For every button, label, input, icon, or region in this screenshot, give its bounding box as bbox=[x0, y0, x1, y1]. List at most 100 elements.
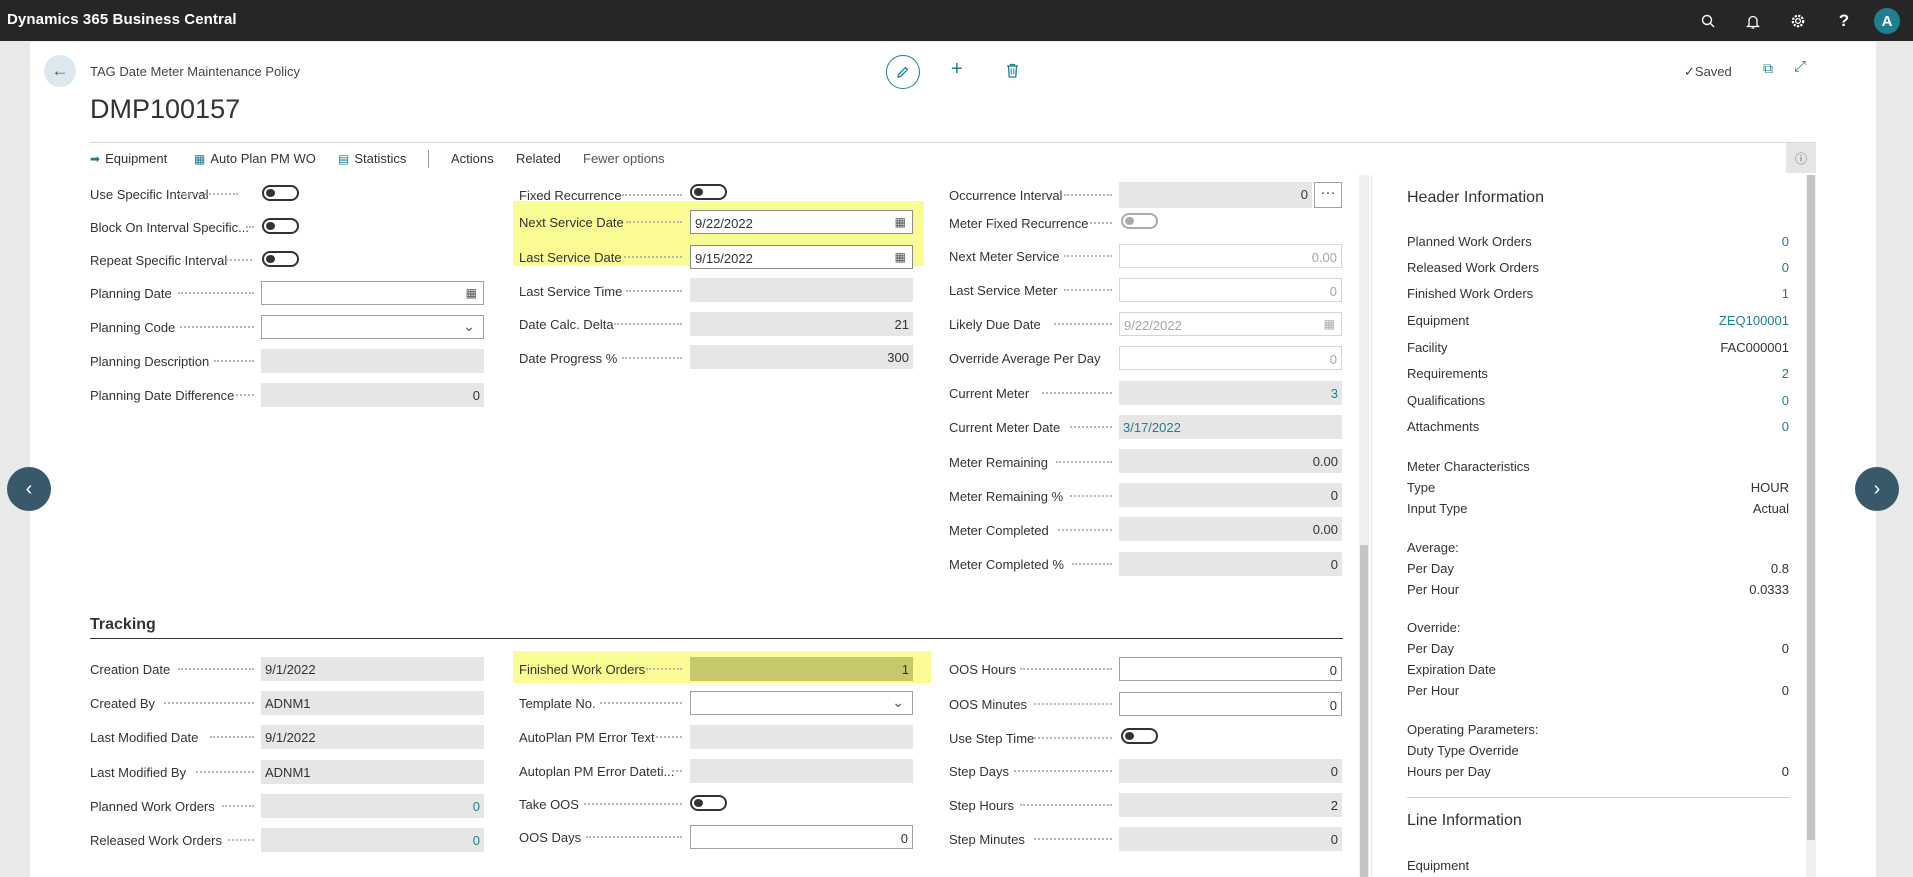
meter-completed-field[interactable]: 0.00 bbox=[1119, 517, 1342, 541]
meter-remaining-pct-field[interactable]: 0 bbox=[1119, 483, 1342, 507]
creation-date-field[interactable]: 9/1/2022 bbox=[261, 657, 484, 681]
open-new-window-icon[interactable]: ⧉ bbox=[1763, 60, 1773, 77]
section-divider bbox=[90, 638, 1343, 639]
last-service-meter-field[interactable]: 0 bbox=[1119, 278, 1342, 302]
fb-planned-work-orders-value[interactable]: 0 bbox=[1782, 234, 1789, 249]
fb-equipment-value[interactable]: ZEQ100001 bbox=[1719, 313, 1789, 328]
new-plus-icon[interactable]: + bbox=[951, 58, 963, 81]
meter-completed-pct-field[interactable]: 0 bbox=[1119, 552, 1342, 576]
step-minutes-field[interactable]: 0 bbox=[1119, 827, 1342, 851]
leader-dots bbox=[210, 736, 254, 738]
fb-finished-work-orders-value[interactable]: 1 bbox=[1782, 286, 1789, 301]
autoplan-error-datetime-field[interactable] bbox=[690, 759, 913, 783]
back-arrow-icon[interactable]: ← bbox=[44, 55, 76, 87]
take-oos-toggle[interactable] bbox=[690, 795, 727, 811]
repeat-specific-interval-toggle[interactable] bbox=[262, 251, 299, 267]
finished-work-orders-field[interactable]: 1 bbox=[690, 657, 913, 681]
leader-dots bbox=[164, 702, 254, 704]
bell-icon[interactable] bbox=[1742, 10, 1764, 32]
collapse-icon[interactable]: ⤢ bbox=[1794, 58, 1806, 75]
planning-description-field[interactable] bbox=[261, 349, 484, 373]
released-work-orders-field[interactable]: 0 bbox=[261, 828, 484, 852]
header-information-title[interactable]: Header Information bbox=[1407, 189, 1544, 207]
last-modified-by-field[interactable]: ADNM1 bbox=[261, 760, 484, 784]
form-scrollbar-thumb[interactable] bbox=[1360, 545, 1368, 877]
oos-minutes-input[interactable]: 0 bbox=[1119, 692, 1342, 716]
fb-qualifications-value[interactable]: 0 bbox=[1782, 393, 1789, 408]
next-service-date-input[interactable]: 9/22/2022 ▦ bbox=[690, 210, 913, 234]
search-icon[interactable] bbox=[1697, 10, 1719, 32]
oos-hours-input[interactable]: 0 bbox=[1119, 657, 1342, 681]
equipment-action[interactable]: ➡ Equipment bbox=[90, 151, 167, 166]
current-meter-field[interactable]: 3 bbox=[1119, 381, 1342, 405]
current-meter-date-field[interactable]: 3/17/2022 bbox=[1119, 415, 1342, 439]
edit-pencil-icon[interactable] bbox=[886, 55, 920, 89]
meter-remaining-field[interactable]: 0.00 bbox=[1119, 449, 1342, 473]
fb-released-work-orders-value[interactable]: 0 bbox=[1782, 260, 1789, 275]
created-by-field[interactable]: ADNM1 bbox=[261, 691, 484, 715]
override-average-field[interactable]: 0 bbox=[1119, 346, 1342, 370]
step-days-field[interactable]: 0 bbox=[1119, 759, 1342, 783]
calendar-icon[interactable]: ▦ bbox=[895, 215, 906, 229]
oos-days-input[interactable]: 0 bbox=[690, 825, 913, 849]
created-by-label: Created By bbox=[90, 696, 156, 711]
leader-dots bbox=[626, 290, 682, 292]
tracking-section-title[interactable]: Tracking bbox=[90, 616, 156, 634]
planning-date-difference-field[interactable]: 0 bbox=[261, 383, 484, 407]
autoplan-error-text-field[interactable] bbox=[690, 725, 913, 749]
step-hours-field[interactable]: 2 bbox=[1119, 793, 1342, 817]
repeat-specific-interval-label: Repeat Specific Interval bbox=[90, 253, 228, 268]
planned-work-orders-field[interactable]: 0 bbox=[261, 794, 484, 818]
app-title[interactable]: Dynamics 365 Business Central bbox=[7, 11, 237, 28]
last-service-date-input[interactable]: 9/15/2022 ▦ bbox=[690, 245, 913, 269]
calendar-icon[interactable]: ▦ bbox=[1324, 317, 1335, 331]
statistics-action[interactable]: ▤ Statistics bbox=[338, 151, 406, 166]
fb-planned-work-orders-label: Planned Work Orders bbox=[1407, 234, 1532, 249]
operating-parameters-heading: Operating Parameters: bbox=[1407, 722, 1539, 737]
meter-fixed-recurrence-toggle[interactable] bbox=[1121, 213, 1158, 229]
next-meter-service-field[interactable]: 0.00 bbox=[1119, 244, 1342, 268]
date-calc-delta-field[interactable]: 21 bbox=[690, 312, 913, 336]
occurrence-interval-field[interactable]: 0 bbox=[1119, 182, 1312, 208]
avatar[interactable]: A bbox=[1874, 8, 1900, 34]
calendar-icon[interactable]: ▦ bbox=[466, 286, 477, 300]
fb-attachments-value[interactable]: 0 bbox=[1782, 419, 1789, 434]
calendar-icon[interactable]: ▦ bbox=[895, 250, 906, 264]
leader-dots bbox=[178, 193, 238, 195]
meter-characteristics-heading: Meter Characteristics bbox=[1407, 459, 1530, 474]
more-options-button[interactable]: ··· bbox=[1314, 182, 1342, 208]
help-icon[interactable]: ? bbox=[1833, 10, 1855, 32]
fb-avg-per-day-label: Per Day bbox=[1407, 561, 1454, 576]
planning-code-label: Planning Code bbox=[90, 320, 176, 335]
fixed-recurrence-toggle[interactable] bbox=[690, 184, 727, 200]
gear-icon[interactable] bbox=[1787, 10, 1809, 32]
last-service-time-field[interactable] bbox=[690, 278, 913, 302]
planning-date-input[interactable]: ▦ bbox=[261, 281, 484, 305]
fb-duty-type-override-label: Duty Type Override bbox=[1407, 743, 1519, 758]
date-progress-field[interactable]: 300 bbox=[690, 345, 913, 369]
factbox-scrollbar-thumb[interactable] bbox=[1807, 175, 1815, 840]
auto-plan-action[interactable]: ▦ Auto Plan PM WO bbox=[194, 151, 316, 166]
leader-dots bbox=[222, 805, 254, 807]
next-record-button[interactable]: › bbox=[1855, 467, 1899, 511]
fixed-recurrence-label: Fixed Recurrence bbox=[519, 188, 622, 203]
use-specific-interval-toggle[interactable] bbox=[262, 185, 299, 201]
template-no-select[interactable]: ⌄ bbox=[690, 691, 913, 715]
likely-due-date-field[interactable]: 9/22/2022 ▦ bbox=[1119, 312, 1342, 336]
planning-date-label: Planning Date bbox=[90, 286, 172, 301]
related-menu[interactable]: Related bbox=[516, 151, 561, 166]
fewer-options-button[interactable]: Fewer options bbox=[583, 151, 665, 166]
actions-menu[interactable]: Actions bbox=[451, 151, 494, 166]
oos-hours-label: OOS Hours bbox=[949, 662, 1017, 677]
planning-code-select[interactable]: ⌄ bbox=[261, 315, 484, 339]
last-modified-date-field[interactable]: 9/1/2022 bbox=[261, 725, 484, 749]
saved-status: ✓Saved bbox=[1684, 64, 1732, 79]
line-information-title[interactable]: Line Information bbox=[1407, 812, 1522, 830]
use-step-time-toggle[interactable] bbox=[1121, 728, 1158, 744]
info-icon[interactable]: ⓘ bbox=[1786, 143, 1816, 173]
chevron-right-icon: › bbox=[1873, 477, 1881, 500]
delete-trash-icon[interactable] bbox=[1006, 61, 1019, 84]
page-caption: TAG Date Meter Maintenance Policy bbox=[90, 64, 301, 79]
fb-requirements-value[interactable]: 2 bbox=[1782, 366, 1789, 381]
block-on-interval-toggle[interactable] bbox=[262, 218, 299, 234]
